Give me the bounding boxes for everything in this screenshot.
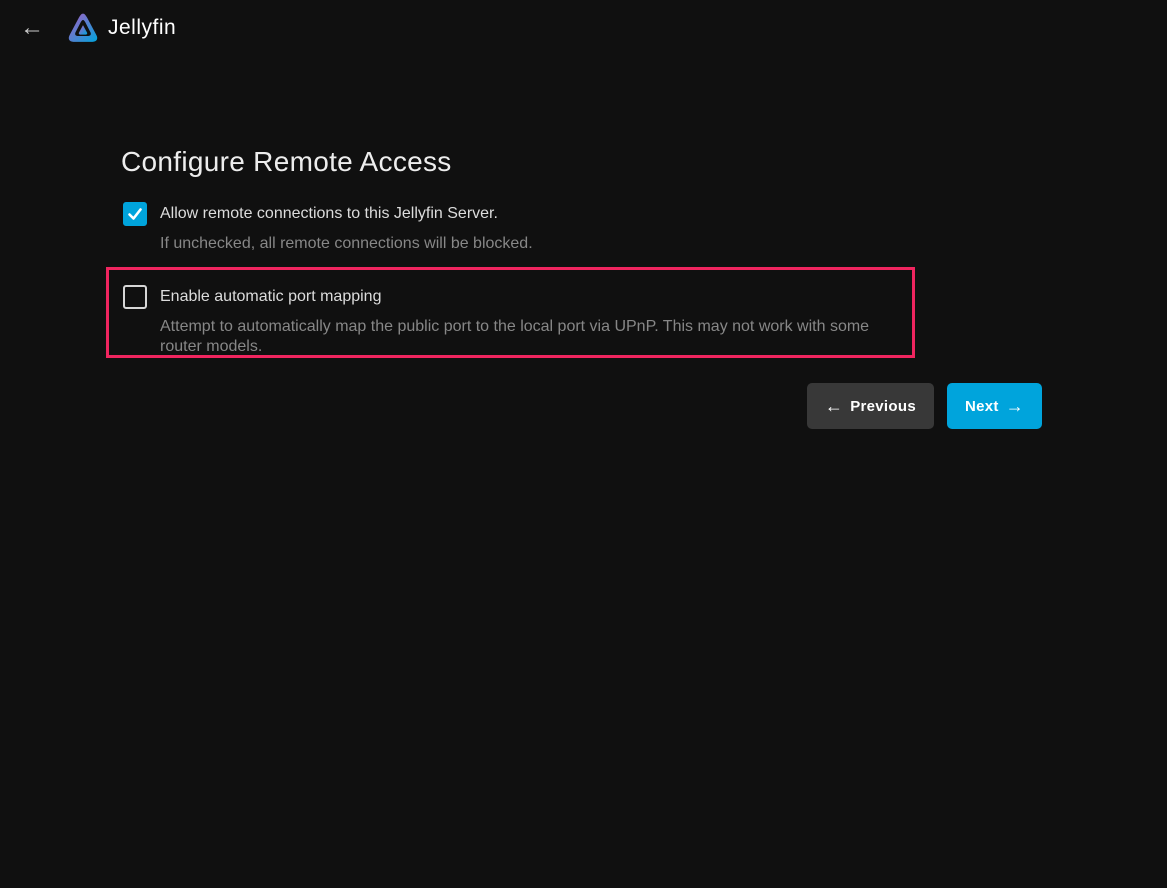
next-button[interactable]: Next → [947, 383, 1042, 429]
setup-wizard-page: { "colors": { "background": "#101010", "… [0, 0, 1167, 888]
checkbox-enable-port-mapping[interactable] [123, 285, 147, 309]
jellyfin-logo-icon [66, 11, 100, 45]
checkbox-allow-remote-connections[interactable] [123, 202, 147, 226]
next-button-label: Next [965, 398, 999, 415]
wizard-navigation: ← Previous Next → [807, 383, 1042, 429]
option-allow-remote-connections: Allow remote connections to this Jellyfi… [123, 202, 933, 254]
option-port-mapping-description: Attempt to automatically map the public … [160, 317, 912, 357]
option-allow-remote-label[interactable]: Allow remote connections to this Jellyfi… [160, 202, 498, 226]
previous-button-label: Previous [850, 398, 916, 415]
option-enable-port-mapping: Enable automatic port mapping Attempt to… [123, 285, 912, 357]
arrow-back-icon: ← [20, 14, 44, 41]
back-button[interactable]: ← [14, 10, 50, 46]
highlight-annotation-box: Enable automatic port mapping Attempt to… [106, 267, 915, 358]
option-port-mapping-label[interactable]: Enable automatic port mapping [160, 285, 381, 309]
app-header: ← Jellyfin [0, 0, 1167, 56]
arrow-left-icon: ← [825, 397, 843, 415]
jellyfin-logo: Jellyfin [66, 11, 176, 45]
checkmark-icon [127, 206, 143, 222]
previous-button[interactable]: ← Previous [807, 383, 934, 429]
option-allow-remote-description: If unchecked, all remote connections wil… [160, 234, 933, 254]
page-title: Configure Remote Access [121, 146, 452, 178]
app-name: Jellyfin [108, 16, 176, 40]
arrow-right-icon: → [1006, 397, 1024, 415]
